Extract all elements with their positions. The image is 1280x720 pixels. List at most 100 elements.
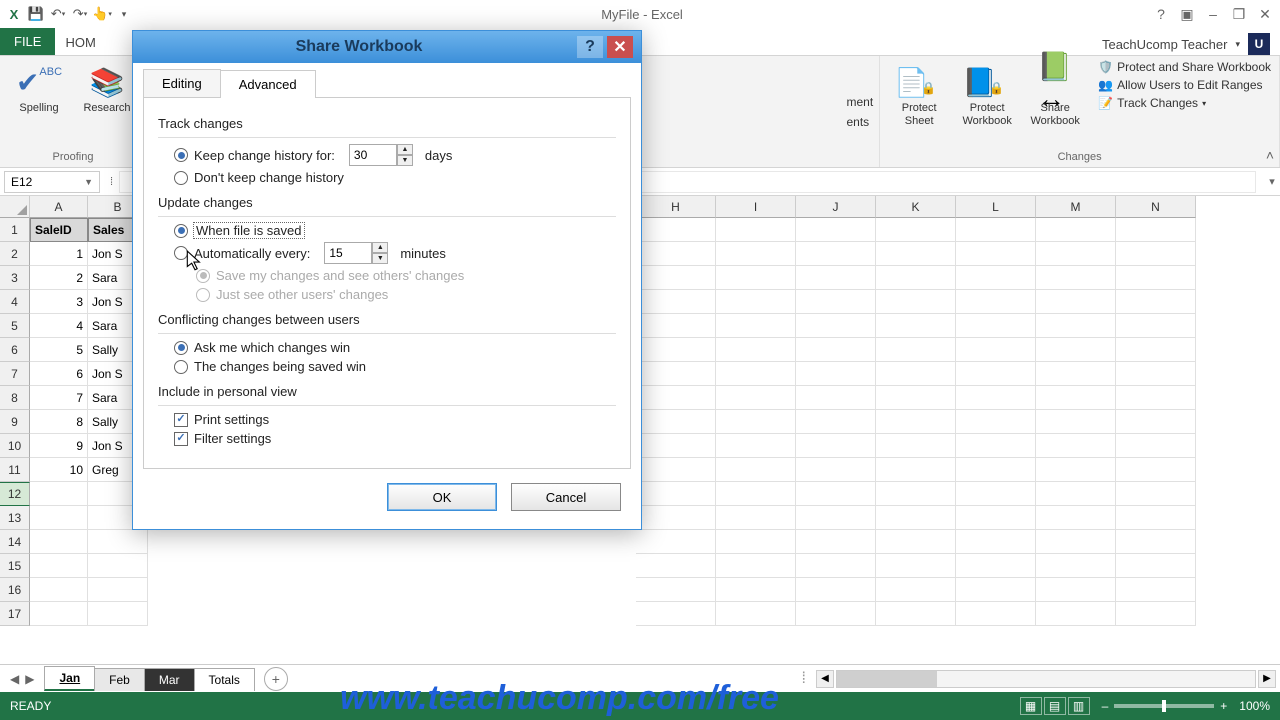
radio-saved-win[interactable] <box>174 360 188 374</box>
protect-workbook-button[interactable]: 📘🔒 Protect Workbook <box>956 60 1018 128</box>
undo-icon[interactable]: ↶▾ <box>48 4 68 24</box>
dialog-help-icon[interactable]: ? <box>577 36 603 58</box>
view-page-break-icon[interactable]: ▥ <box>1068 697 1090 715</box>
zoom-level[interactable]: 100% <box>1239 699 1270 713</box>
sheet-tab-feb[interactable]: Feb <box>94 668 145 691</box>
days-spin-down[interactable]: ▼ <box>397 155 413 166</box>
new-sheet-button[interactable]: + <box>264 667 288 691</box>
name-box[interactable]: E12 ▼ <box>4 171 100 193</box>
spelling-button[interactable]: ✔ABC Spelling <box>8 60 70 115</box>
scroll-thumb[interactable] <box>837 671 937 687</box>
view-normal-icon[interactable]: ▦ <box>1020 697 1042 715</box>
row-header[interactable]: 5 <box>0 314 30 338</box>
col-header[interactable]: H <box>636 196 716 218</box>
ribbon-display-options-icon[interactable]: ▣ <box>1176 3 1198 25</box>
protect-sheet-button[interactable]: 📄🔒 Protect Sheet <box>888 60 950 128</box>
row-header[interactable]: 8 <box>0 386 30 410</box>
cell[interactable]: 9 <box>30 434 88 458</box>
sheet-nav-prev-icon[interactable]: ◀ <box>10 672 19 686</box>
scroll-right-icon[interactable]: ▶ <box>1258 670 1276 688</box>
tab-home-partial[interactable]: HOM <box>55 30 105 55</box>
label-when-saved[interactable]: When file is saved <box>194 223 304 238</box>
signed-in-user[interactable]: TeachUcomp Teacher ▾ U <box>1102 33 1280 55</box>
select-all-corner[interactable] <box>0 196 30 218</box>
redo-icon[interactable]: ↷▾ <box>70 4 90 24</box>
col-header[interactable]: I <box>716 196 796 218</box>
touch-mode-icon[interactable]: 👆▾ <box>92 4 112 24</box>
label-auto-every[interactable]: Automatically every: <box>194 246 310 261</box>
help-icon[interactable]: ? <box>1150 3 1172 25</box>
save-icon[interactable]: 💾 <box>26 4 46 24</box>
track-changes-button[interactable]: 📝Track Changes▾ <box>1098 96 1271 110</box>
close-icon[interactable]: ✕ <box>1254 3 1276 25</box>
row-header[interactable]: 3 <box>0 266 30 290</box>
radio-ask-which-wins[interactable] <box>174 341 188 355</box>
row-header[interactable]: 10 <box>0 434 30 458</box>
excel-icon[interactable]: X <box>4 4 24 24</box>
col-header[interactable]: A <box>30 196 88 218</box>
cell[interactable]: 7 <box>30 386 88 410</box>
namebox-dropdown-icon[interactable]: ▼ <box>84 177 93 187</box>
zoom-out-icon[interactable]: – <box>1102 699 1109 713</box>
collapse-ribbon-icon[interactable]: ˄ <box>1266 147 1274 163</box>
row-header[interactable]: 7 <box>0 362 30 386</box>
horizontal-scrollbar[interactable]: ⁞ ◀ ▶ <box>288 670 1280 688</box>
row-header[interactable]: 17 <box>0 602 30 626</box>
cell[interactable]: 3 <box>30 290 88 314</box>
cell[interactable]: 5 <box>30 338 88 362</box>
research-button[interactable]: 📚 Research <box>76 60 138 115</box>
checkbox-print-settings[interactable] <box>174 413 188 427</box>
zoom-slider[interactable] <box>1114 704 1214 708</box>
label-ask-which-wins[interactable]: Ask me which changes win <box>194 340 350 355</box>
protect-and-share-button[interactable]: 🛡️Protect and Share Workbook <box>1098 60 1271 74</box>
checkbox-filter-settings[interactable] <box>174 432 188 446</box>
qat-customize-icon[interactable]: ▾ <box>114 4 134 24</box>
row-header[interactable]: 15 <box>0 554 30 578</box>
radio-auto-every[interactable] <box>174 246 188 260</box>
dialog-titlebar[interactable]: Share Workbook ? ✕ <box>133 31 641 63</box>
cell[interactable]: 2 <box>30 266 88 290</box>
col-header[interactable]: J <box>796 196 876 218</box>
row-header[interactable]: 12 <box>0 482 30 506</box>
view-page-layout-icon[interactable]: ▤ <box>1044 697 1066 715</box>
sheet-tab-totals[interactable]: Totals <box>194 668 255 691</box>
restore-icon[interactable]: ❐ <box>1228 3 1250 25</box>
row-header[interactable]: 9 <box>0 410 30 434</box>
sheet-tab-jan[interactable]: Jan <box>44 666 95 691</box>
days-spin-up[interactable]: ▲ <box>397 144 413 155</box>
row-header[interactable]: 13 <box>0 506 30 530</box>
row-header[interactable]: 6 <box>0 338 30 362</box>
tab-file[interactable]: FILE <box>0 28 55 55</box>
scroll-left-icon[interactable]: ◀ <box>816 670 834 688</box>
row-header[interactable]: 1 <box>0 218 30 242</box>
input-minutes[interactable] <box>324 242 372 264</box>
label-filter-settings[interactable]: Filter settings <box>194 431 271 446</box>
input-days[interactable] <box>349 144 397 166</box>
label-keep-history[interactable]: Keep change history for: <box>194 148 335 163</box>
row-header[interactable]: 14 <box>0 530 30 554</box>
ok-button[interactable]: OK <box>387 483 497 511</box>
cell[interactable]: 10 <box>30 458 88 482</box>
col-header[interactable]: L <box>956 196 1036 218</box>
formula-bar-expand-icon[interactable]: ▾ <box>1264 175 1280 188</box>
row-header[interactable]: 11 <box>0 458 30 482</box>
col-header[interactable]: K <box>876 196 956 218</box>
dialog-tab-editing[interactable]: Editing <box>143 69 221 97</box>
share-workbook-button[interactable]: 📗↔ Share Workbook <box>1024 60 1086 128</box>
sheet-nav-next-icon[interactable]: ▶ <box>25 672 34 686</box>
zoom-in-icon[interactable]: + <box>1220 699 1227 713</box>
minimize-icon[interactable]: – <box>1202 3 1224 25</box>
label-saved-win[interactable]: The changes being saved win <box>194 359 366 374</box>
minutes-spin-up[interactable]: ▲ <box>372 242 388 253</box>
dialog-tab-advanced[interactable]: Advanced <box>220 70 316 98</box>
label-print-settings[interactable]: Print settings <box>194 412 269 427</box>
cell[interactable]: 6 <box>30 362 88 386</box>
cell[interactable]: 4 <box>30 314 88 338</box>
radio-keep-history[interactable] <box>174 148 188 162</box>
sheet-tab-mar[interactable]: Mar <box>144 668 195 691</box>
cancel-button[interactable]: Cancel <box>511 483 621 511</box>
col-header[interactable]: N <box>1116 196 1196 218</box>
col-header[interactable]: M <box>1036 196 1116 218</box>
minutes-spin-down[interactable]: ▼ <box>372 253 388 264</box>
radio-when-saved[interactable] <box>174 224 188 238</box>
